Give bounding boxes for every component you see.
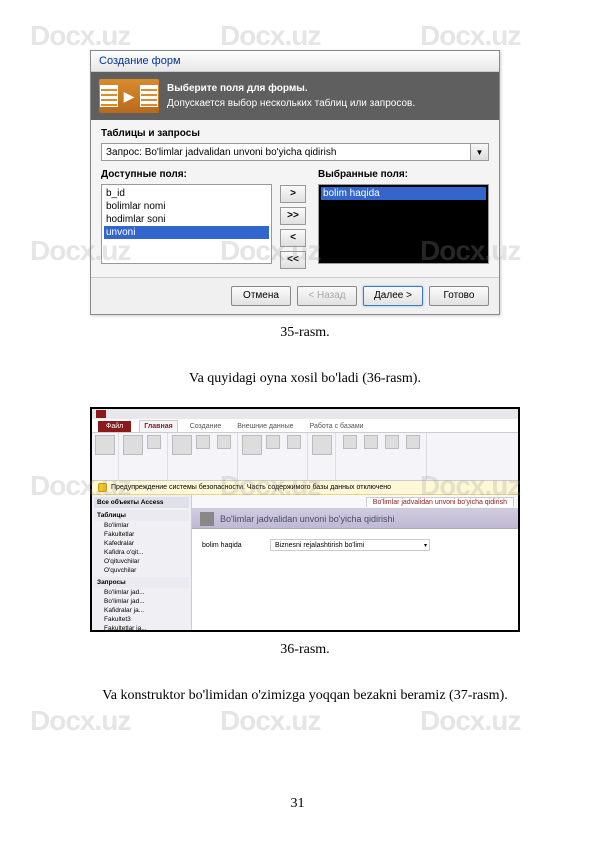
nav-item[interactable]: Bo'limlar jad... bbox=[94, 597, 189, 606]
dialog-body: Таблицы и запросы Запрос: Bo'limlar jadv… bbox=[91, 120, 499, 277]
access-titlebar bbox=[92, 409, 518, 419]
cancel-button[interactable]: Отмена bbox=[231, 286, 291, 306]
dialog-banner: ▶ Выберите поля для формы. Допускается в… bbox=[91, 72, 499, 120]
nav-pane-header[interactable]: Все объекты Access bbox=[94, 497, 189, 508]
security-warning-bar: Предупреждение системы безопасности. Час… bbox=[92, 481, 518, 495]
form-header-icon bbox=[200, 512, 214, 526]
available-fields-column: Доступные поля: b_idbolimlar nomihodimla… bbox=[101, 169, 272, 269]
nav-group-queries[interactable]: Запросы bbox=[94, 577, 189, 588]
form-wizard-icon: ▶ bbox=[99, 79, 159, 113]
nav-item[interactable]: Kafedralar bbox=[94, 539, 189, 548]
tables-queries-label: Таблицы и запросы bbox=[101, 128, 489, 139]
nav-item[interactable]: Fakultetlar ja... bbox=[94, 624, 189, 630]
list-item[interactable]: unvoni bbox=[104, 226, 269, 239]
nav-item[interactable]: Bo'limlar jad... bbox=[94, 588, 189, 597]
move-right-button[interactable]: > bbox=[280, 185, 306, 203]
form-field-label: bolim haqida bbox=[202, 542, 262, 549]
form-wizard-dialog: Создание форм ▶ Выберите поля для формы.… bbox=[90, 50, 500, 315]
nav-item[interactable]: Fakultetlar bbox=[94, 530, 189, 539]
banner-line1: Выберите поля для формы. bbox=[167, 82, 415, 95]
body-text-2: Va konstruktor bo'limidan o'zimizga yoqq… bbox=[90, 688, 520, 704]
dialog-title: Создание форм bbox=[91, 51, 499, 72]
back-button: < Назад bbox=[297, 286, 357, 306]
selected-fields-column: Выбранные поля: bolim haqida bbox=[318, 169, 489, 269]
ribbon-refresh-button[interactable] bbox=[243, 435, 261, 455]
figure-35-caption: 35-rasm. bbox=[90, 325, 520, 341]
ribbon-new-button[interactable] bbox=[264, 435, 282, 449]
move-all-right-button[interactable]: >> bbox=[280, 207, 306, 225]
next-button[interactable]: Далее > bbox=[363, 286, 423, 306]
figure-36-caption: 36-rasm. bbox=[90, 642, 520, 658]
ribbon-cut-button[interactable] bbox=[145, 435, 163, 449]
ribbon-view-button[interactable] bbox=[96, 435, 114, 455]
select-value: Запрос: Bo'limlar jadvalidan unvoni bo'y… bbox=[101, 143, 471, 161]
ribbon-tab-create[interactable]: Создание bbox=[186, 421, 226, 432]
ribbon-sort-desc-button[interactable] bbox=[215, 435, 233, 449]
finish-button[interactable]: Готово bbox=[429, 286, 489, 306]
dialog-footer: Отмена < Назад Далее > Готово bbox=[91, 277, 499, 314]
ribbon-underline-button[interactable] bbox=[404, 435, 422, 449]
form-title: Bo'limlar jadvalidan unvoni bo'yicha qid… bbox=[220, 514, 395, 524]
ribbon-find-button[interactable] bbox=[313, 435, 331, 455]
form-view-area: Bo'limlar jadvalidan unvoni bo'yicha qid… bbox=[192, 495, 518, 630]
ribbon-font-button[interactable] bbox=[341, 435, 359, 449]
warning-text: Предупреждение системы безопасности. Час… bbox=[111, 484, 391, 491]
move-buttons-column: > >> < << bbox=[280, 169, 310, 269]
nav-item[interactable]: O'qituvchilar bbox=[94, 557, 189, 566]
nav-item[interactable]: Kafidra o'qit... bbox=[94, 548, 189, 557]
watermark: Docx.uz bbox=[30, 20, 130, 52]
available-fields-listbox[interactable]: b_idbolimlar nomihodimlar soniunvoni bbox=[101, 184, 272, 264]
navigation-pane[interactable]: Все объекты Access Таблицы Bo'limlarFaku… bbox=[92, 495, 192, 630]
ribbon-paste-button[interactable] bbox=[124, 435, 142, 455]
list-item[interactable]: bolim haqida bbox=[321, 187, 486, 200]
form-header: Bo'limlar jadvalidan unvoni bo'yicha qid… bbox=[192, 509, 518, 529]
page-content: Создание форм ▶ Выберите поля для формы.… bbox=[90, 50, 520, 724]
object-tabs: Bo'limlar jadvalidan unvoni bo'yicha qid… bbox=[192, 495, 518, 509]
move-left-button[interactable]: < bbox=[280, 229, 306, 247]
form-tab-item[interactable]: Bo'limlar jadvalidan unvoni bo'yicha qid… bbox=[366, 497, 514, 507]
watermark: Docx.uz bbox=[420, 20, 520, 52]
access-main-window: Файл Главная Создание Внешние данные Раб… bbox=[90, 407, 520, 632]
dropdown-button[interactable]: ▼ bbox=[471, 143, 489, 161]
ribbon-tab-file[interactable]: Файл bbox=[98, 421, 131, 432]
list-item[interactable]: hodimlar soni bbox=[104, 213, 269, 226]
page-number: 31 bbox=[291, 796, 305, 812]
tables-queries-select[interactable]: Запрос: Bo'limlar jadvalidan unvoni bo'y… bbox=[101, 143, 489, 161]
ribbon-filter-button[interactable] bbox=[173, 435, 191, 455]
ribbon-tabs: Файл Главная Создание Внешние данные Раб… bbox=[92, 419, 518, 433]
ribbon-save-button[interactable] bbox=[285, 435, 303, 449]
ribbon-italic-button[interactable] bbox=[383, 435, 401, 449]
ribbon-tab-home[interactable]: Главная bbox=[139, 420, 177, 432]
selected-fields-label: Выбранные поля: bbox=[318, 169, 489, 180]
available-fields-label: Доступные поля: bbox=[101, 169, 272, 180]
form-field-combobox[interactable]: Biznesni rejalashtirish bo'limi bbox=[270, 539, 430, 551]
nav-item[interactable]: Kafidralar ja... bbox=[94, 606, 189, 615]
body-text-1: Va quyidagi oyna xosil bo'ladi (36-rasm)… bbox=[90, 371, 520, 387]
ribbon bbox=[92, 433, 518, 481]
ribbon-sort-asc-button[interactable] bbox=[194, 435, 212, 449]
nav-item[interactable]: O'quvchilar bbox=[94, 566, 189, 575]
move-all-left-button[interactable]: << bbox=[280, 251, 306, 269]
warning-icon bbox=[98, 483, 107, 492]
list-item[interactable]: b_id bbox=[104, 187, 269, 200]
ribbon-tab-db[interactable]: Работа с базами bbox=[306, 421, 368, 432]
access-app-icon bbox=[96, 410, 106, 418]
selected-fields-listbox[interactable]: bolim haqida bbox=[318, 184, 489, 264]
list-item[interactable]: bolimlar nomi bbox=[104, 200, 269, 213]
ribbon-tab-external[interactable]: Внешние данные bbox=[233, 421, 297, 432]
nav-item[interactable]: Bo'limlar bbox=[94, 521, 189, 530]
banner-line2: Допускается выбор нескольких таблиц или … bbox=[167, 97, 415, 110]
nav-group-tables[interactable]: Таблицы bbox=[94, 510, 189, 521]
nav-item[interactable]: Fakultet3 bbox=[94, 615, 189, 624]
banner-text: Выберите поля для формы. Допускается выб… bbox=[167, 82, 415, 110]
form-body: bolim haqida Biznesni rejalashtirish bo'… bbox=[192, 529, 518, 561]
watermark: Docx.uz bbox=[220, 20, 320, 52]
ribbon-bold-button[interactable] bbox=[362, 435, 380, 449]
